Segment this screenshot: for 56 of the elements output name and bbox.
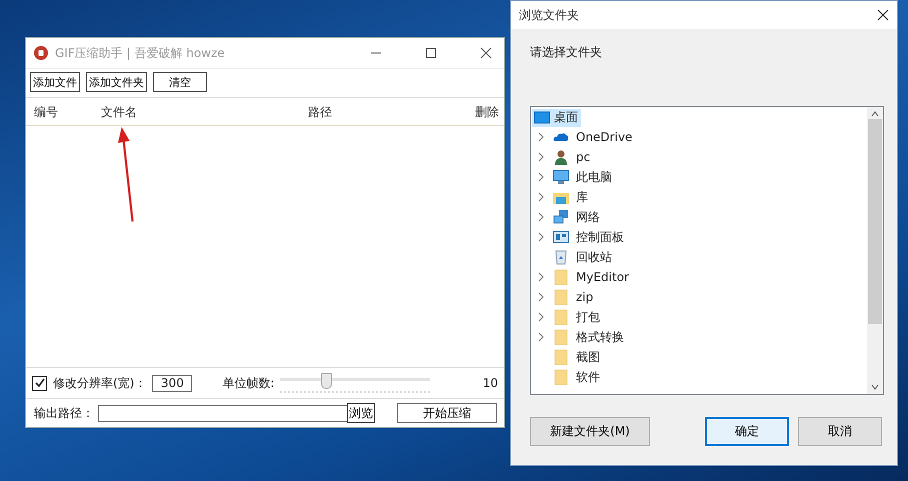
tree-item[interactable]: 回收站 — [574, 248, 614, 266]
folder-icon — [553, 349, 569, 365]
scrollbar[interactable] — [867, 107, 883, 394]
tree-item[interactable]: 桌面 — [532, 108, 581, 126]
column-header: 路径 — [308, 104, 333, 120]
recycle-bin-icon — [553, 249, 569, 265]
frames-label: 单位帧数: — [222, 374, 274, 392]
frames-slider[interactable] — [280, 373, 430, 393]
dialog-button[interactable]: 新建文件夹(M) — [530, 417, 650, 446]
folder-icon — [553, 269, 569, 285]
output-path-field[interactable] — [98, 404, 348, 422]
width-field[interactable]: 300 — [152, 374, 192, 392]
prompt-text: 请选择文件夹 — [530, 44, 603, 61]
column-header: 文件名 — [101, 104, 138, 120]
folder-icon — [553, 369, 569, 385]
toolbar-button[interactable]: 添加文件 — [30, 72, 80, 92]
tree-item[interactable]: 网络 — [574, 208, 602, 226]
tree-item[interactable]: 截图 — [574, 348, 602, 366]
column-header: 编号 — [34, 104, 59, 120]
tree-item[interactable]: OneDrive — [574, 130, 634, 144]
user-icon — [553, 149, 569, 165]
folder-icon — [553, 329, 569, 345]
tree-item[interactable]: 打包 — [574, 308, 602, 326]
toolbar-button[interactable]: 清空 — [153, 72, 207, 92]
tree-item[interactable]: MyEditor — [574, 270, 631, 284]
desktop-icon — [534, 110, 550, 126]
tree-item[interactable]: 库 — [574, 188, 590, 206]
scroll-down-icon[interactable] — [871, 384, 879, 390]
app-icon — [34, 46, 48, 60]
monitor-icon — [553, 169, 569, 185]
dialog-button[interactable]: 确定 — [705, 417, 789, 446]
dialog-button[interactable]: 取消 — [798, 417, 882, 446]
close-icon[interactable] — [877, 9, 889, 21]
column-header: 删除 — [475, 104, 499, 120]
tree-item[interactable]: 格式转换 — [574, 328, 626, 346]
scroll-up-icon[interactable] — [871, 111, 879, 117]
checkbox[interactable] — [32, 376, 47, 390]
toolbar-button[interactable]: 添加文件夹 — [86, 72, 147, 92]
tree-item[interactable]: 控制面板 — [574, 228, 626, 246]
window-title: GIF压缩助手 | 吾爱破解 howze — [55, 44, 225, 62]
tree-item[interactable]: pc — [574, 150, 592, 164]
control-panel-icon — [553, 229, 569, 245]
start-button[interactable]: 开始压缩 — [397, 403, 497, 423]
folder-icon — [553, 309, 569, 325]
frames-value: 10 — [482, 376, 498, 390]
output-label: 输出路径： — [34, 404, 94, 422]
tree-item[interactable]: zip — [574, 290, 596, 304]
resize-label: 修改分辨率(宽)： — [53, 374, 146, 392]
dialog-title: 浏览文件夹 — [519, 6, 580, 24]
maximize-icon[interactable] — [425, 47, 437, 59]
folder-icon — [553, 289, 569, 305]
tree-item[interactable]: 此电脑 — [574, 168, 614, 186]
browse-button[interactable]: 浏览 — [347, 403, 375, 423]
tree-item[interactable]: 软件 — [574, 368, 602, 386]
close-icon[interactable] — [480, 47, 492, 59]
network-icon — [553, 209, 569, 225]
